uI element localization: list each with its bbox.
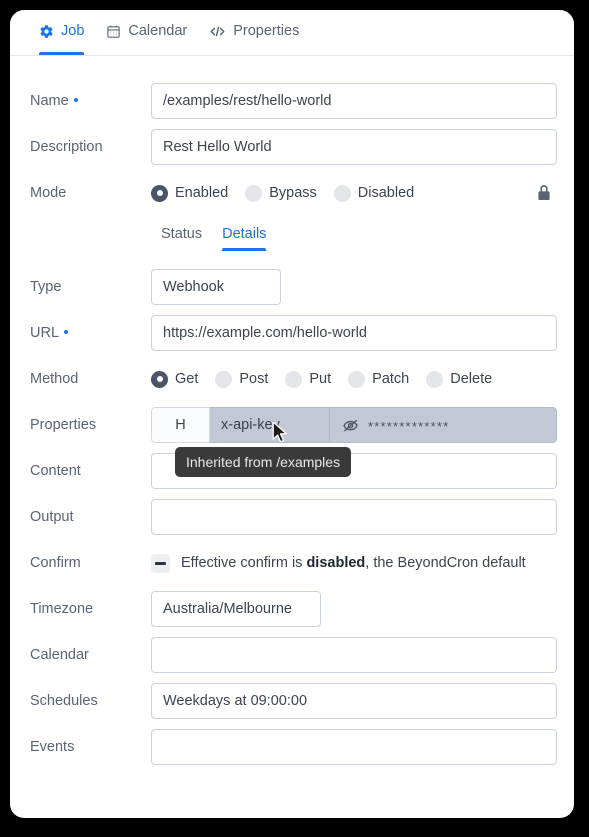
gear-icon bbox=[39, 24, 54, 39]
schedules-input[interactable]: Weekdays at 09:00:00 bbox=[151, 683, 557, 719]
row-timezone: Timezone Australia/Melbourne bbox=[10, 586, 574, 632]
mode-radio-group: Enabled Bypass Disabled bbox=[151, 185, 574, 202]
row-properties: Properties H x-api-key *********** bbox=[10, 402, 574, 448]
timezone-input[interactable]: Australia/Melbourne bbox=[151, 591, 321, 627]
tab-properties[interactable]: Properties bbox=[198, 10, 310, 55]
main-tab-bar: Job Calendar bbox=[10, 10, 574, 56]
row-mode: Mode Enabled Bypass Disabled bbox=[10, 170, 574, 216]
label-content: Content bbox=[30, 463, 151, 479]
tab-calendar[interactable]: Calendar bbox=[95, 10, 198, 55]
mode-option-label: Bypass bbox=[269, 185, 317, 201]
mode-option-bypass[interactable]: Bypass bbox=[245, 185, 317, 202]
radio-dot bbox=[215, 371, 232, 388]
method-option-get[interactable]: Get bbox=[151, 371, 198, 388]
row-output: Output bbox=[10, 494, 574, 540]
method-option-label: Post bbox=[239, 371, 268, 387]
property-masked-value: ************* bbox=[368, 416, 449, 434]
method-option-label: Delete bbox=[450, 371, 492, 387]
detail-sub-tab-bar: Status Details bbox=[151, 226, 574, 258]
url-input[interactable]: https://example.com/hello-world bbox=[151, 315, 557, 351]
job-form: Name /examples/rest/hello-world Descript… bbox=[10, 56, 574, 770]
label-method: Method bbox=[30, 371, 151, 387]
label-timezone: Timezone bbox=[30, 601, 151, 617]
row-name: Name /examples/rest/hello-world bbox=[10, 78, 574, 124]
name-input[interactable]: /examples/rest/hello-world bbox=[151, 83, 557, 119]
row-schedules: Schedules Weekdays at 09:00:00 bbox=[10, 678, 574, 724]
description-input[interactable]: Rest Hello World bbox=[151, 129, 557, 165]
label-schedules: Schedules bbox=[30, 693, 151, 709]
method-option-patch[interactable]: Patch bbox=[348, 371, 409, 388]
calendar-icon bbox=[106, 24, 121, 39]
method-option-label: Get bbox=[175, 371, 198, 387]
row-events: Events bbox=[10, 724, 574, 770]
method-option-delete[interactable]: Delete bbox=[426, 371, 492, 388]
radio-dot bbox=[285, 371, 302, 388]
required-marker bbox=[64, 330, 68, 334]
label-name: Name bbox=[30, 93, 151, 109]
label-mode: Mode bbox=[30, 185, 151, 201]
method-option-label: Patch bbox=[372, 371, 409, 387]
events-input[interactable] bbox=[151, 729, 557, 765]
property-value-input[interactable]: ************* bbox=[330, 407, 557, 443]
property-entry: H x-api-key ************* bbox=[151, 407, 557, 443]
subtab-status[interactable]: Status bbox=[151, 226, 212, 251]
output-input[interactable] bbox=[151, 499, 557, 535]
radio-dot bbox=[348, 371, 365, 388]
mode-option-label: Disabled bbox=[358, 185, 414, 201]
method-option-label: Put bbox=[309, 371, 331, 387]
method-option-put[interactable]: Put bbox=[285, 371, 331, 388]
row-method: Method Get Post Put bbox=[10, 356, 574, 402]
row-type: Type Webhook bbox=[10, 264, 574, 310]
type-input[interactable]: Webhook bbox=[151, 269, 281, 305]
job-editor-card: Job Calendar bbox=[10, 10, 574, 818]
tab-properties-label: Properties bbox=[233, 23, 299, 39]
label-description: Description bbox=[30, 139, 151, 155]
mode-option-label: Enabled bbox=[175, 185, 228, 201]
radio-dot bbox=[426, 371, 443, 388]
calendar-input[interactable] bbox=[151, 637, 557, 673]
label-calendar: Calendar bbox=[30, 647, 151, 663]
method-option-post[interactable]: Post bbox=[215, 371, 268, 388]
row-calendar: Calendar bbox=[10, 632, 574, 678]
tab-job-label: Job bbox=[61, 23, 84, 39]
property-type-badge[interactable]: H bbox=[151, 407, 210, 443]
radio-dot bbox=[245, 185, 262, 202]
mode-option-enabled[interactable]: Enabled bbox=[151, 185, 228, 202]
mode-option-disabled[interactable]: Disabled bbox=[334, 185, 414, 202]
property-key-input[interactable]: x-api-key bbox=[210, 407, 330, 443]
row-url: URL https://example.com/hello-world bbox=[10, 310, 574, 356]
label-confirm: Confirm bbox=[30, 555, 151, 571]
required-marker bbox=[74, 98, 78, 102]
lock-icon[interactable] bbox=[536, 184, 552, 202]
confirm-control: Effective confirm is disabled, the Beyon… bbox=[151, 554, 574, 573]
label-output: Output bbox=[30, 509, 151, 525]
label-type: Type bbox=[30, 279, 151, 295]
confirm-description: Effective confirm is disabled, the Beyon… bbox=[181, 555, 526, 571]
radio-dot bbox=[151, 185, 168, 202]
radio-dot bbox=[151, 371, 168, 388]
code-icon bbox=[209, 24, 226, 39]
radio-dot bbox=[334, 185, 351, 202]
confirm-emphasis: disabled bbox=[306, 555, 365, 571]
method-radio-group: Get Post Put Patch bbox=[151, 371, 574, 388]
confirm-checkbox[interactable] bbox=[151, 554, 170, 573]
label-events: Events bbox=[30, 739, 151, 755]
label-properties: Properties bbox=[30, 417, 151, 433]
subtab-details[interactable]: Details bbox=[212, 226, 276, 251]
row-confirm: Confirm Effective confirm is disabled, t… bbox=[10, 540, 574, 586]
inherited-tooltip: Inherited from /examples bbox=[175, 447, 351, 477]
label-url: URL bbox=[30, 325, 151, 341]
tab-calendar-label: Calendar bbox=[128, 23, 187, 39]
tab-job[interactable]: Job bbox=[28, 10, 95, 55]
row-description: Description Rest Hello World bbox=[10, 124, 574, 170]
eye-off-icon[interactable] bbox=[342, 418, 359, 433]
